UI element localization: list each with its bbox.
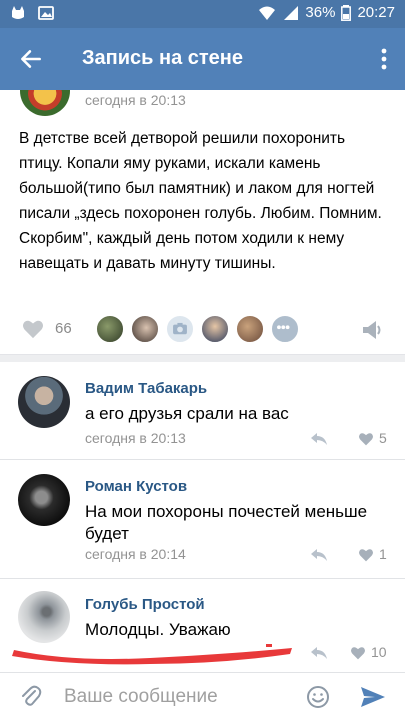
comment-item: Роман Кустов На мои похороны почестей ме…: [0, 460, 405, 578]
comment-item: Вадим Табакарь а его друзья срали на вас…: [0, 362, 405, 458]
comment-time: сегодня в 20:14: [85, 546, 186, 562]
more-likers-button[interactable]: [270, 314, 300, 344]
liker-avatar[interactable]: [235, 314, 265, 344]
cat-app-icon: [12, 6, 24, 19]
post-time: сегодня в 20:13: [85, 92, 186, 108]
status-left: [10, 5, 54, 21]
comment-text: Молодцы. Уважаю: [85, 620, 231, 639]
comment-time: сегодня в 20:13: [85, 430, 186, 446]
app-bar: Запись на стене: [0, 28, 405, 90]
liker-avatar[interactable]: [200, 314, 230, 344]
liker-avatar[interactable]: [165, 314, 195, 344]
camera-icon: [173, 322, 187, 335]
share-icon[interactable]: [361, 319, 385, 341]
heart-icon[interactable]: [358, 548, 374, 562]
image-icon: [38, 6, 54, 20]
comment-likes-count: 5: [379, 430, 387, 446]
more-vertical-icon[interactable]: [381, 48, 387, 70]
back-arrow-icon[interactable]: [18, 46, 44, 72]
comment-author-avatar[interactable]: [18, 376, 70, 428]
liker-avatar[interactable]: [130, 314, 160, 344]
status-right: 36% 20:27: [257, 4, 395, 21]
comment-text: а его друзья срали на вас: [85, 404, 289, 423]
status-time: 20:27: [357, 4, 395, 21]
comment-author-name[interactable]: Вадим Табакарь: [85, 380, 207, 397]
comment-likes-count: 1: [379, 546, 387, 562]
liker-avatar[interactable]: [95, 314, 125, 344]
section-divider: [0, 354, 405, 362]
battery-percent: 36%: [305, 4, 336, 21]
status-bar: 36% 20:27: [0, 0, 405, 28]
smile-icon[interactable]: [306, 685, 330, 709]
ellipsis-icon: [277, 325, 290, 330]
battery-icon: [341, 4, 352, 21]
signal-icon: [284, 5, 299, 20]
message-input[interactable]: [64, 683, 284, 711]
heart-icon[interactable]: [22, 319, 44, 339]
post-likes-count: 66: [55, 320, 72, 337]
heart-icon[interactable]: [350, 646, 366, 660]
post-author-avatar[interactable]: [20, 90, 70, 116]
post-actions: 66: [0, 310, 405, 350]
comment-likes-count: 10: [371, 644, 387, 660]
message-composer: [0, 672, 405, 720]
post-text: В детстве всей детворой решили похоронит…: [19, 130, 382, 272]
reply-icon[interactable]: [310, 432, 328, 446]
page-title: Запись на стене: [82, 47, 244, 69]
wifi-icon: [259, 6, 276, 20]
reply-icon[interactable]: [310, 646, 328, 660]
comment-author-avatar[interactable]: [18, 474, 70, 526]
post-header: сегодня в 20:13: [0, 90, 405, 116]
comment-author-name[interactable]: Голубь Простой: [85, 596, 205, 613]
screen: 36% 20:27 Запись на стене сегодня в 20:1…: [0, 0, 405, 720]
reply-icon[interactable]: [310, 548, 328, 562]
comment-text: На мои похороны почестей меньше будет: [85, 502, 368, 543]
red-scribble: [12, 644, 292, 665]
comment-author-avatar[interactable]: [18, 591, 70, 643]
comment-author-name[interactable]: Роман Кустов: [85, 478, 187, 495]
heart-icon[interactable]: [358, 432, 374, 446]
send-icon[interactable]: [360, 685, 386, 709]
attach-icon[interactable]: [20, 685, 42, 709]
